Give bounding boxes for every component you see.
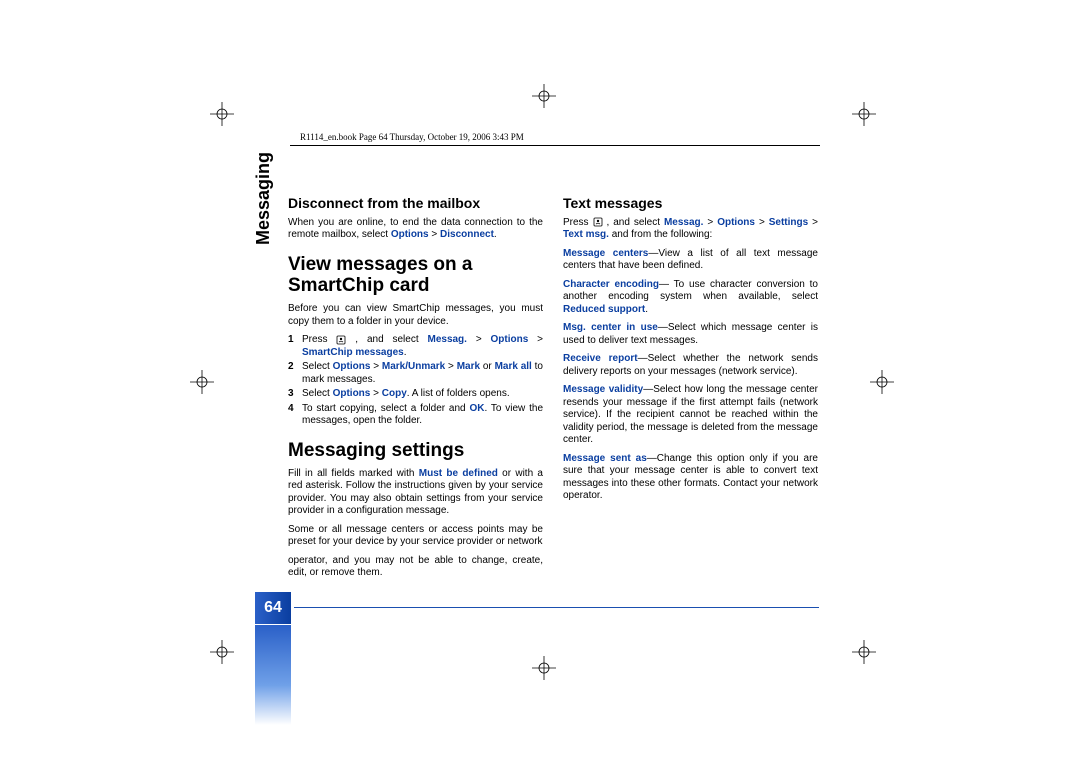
ui-term: Mark [457, 361, 480, 372]
step-3: 3Select Options > Copy. A list of folder… [302, 388, 543, 401]
text: and from the following: [609, 229, 712, 240]
heading-disconnect: Disconnect from the mailbox [288, 195, 543, 213]
side-tab-messaging: Messaging [253, 152, 274, 245]
crop-mark-icon [210, 102, 234, 126]
text: > [467, 334, 491, 345]
side-stripe [255, 625, 291, 725]
ui-term: Mark all [495, 361, 532, 372]
para-message-centers: Message centers—View a list of all text … [563, 248, 818, 273]
footer-rule [294, 607, 819, 608]
ui-term: Character encoding [563, 279, 659, 290]
ui-term: Settings [769, 217, 808, 228]
page-content: Disconnect from the mailbox When you are… [288, 195, 818, 585]
text: or [480, 361, 495, 372]
ui-term: Messag. [427, 334, 466, 345]
crop-mark-icon [852, 640, 876, 664]
ui-term: Options [491, 334, 529, 345]
crop-mark-icon [870, 370, 894, 394]
ui-term: Reduced support [563, 304, 645, 315]
ui-term: Options [333, 388, 371, 399]
header-rule [290, 145, 820, 146]
heading-view-smartchip: View messages on a SmartChip card [288, 254, 543, 298]
text: Press [563, 217, 593, 228]
para-text-press: Press , and select Messag. > Options > S… [563, 217, 818, 242]
text: > [370, 388, 381, 399]
crop-mark-icon [190, 370, 214, 394]
ui-term: Message validity [563, 384, 643, 395]
para-msg-center-use: Msg. center in use—Select which message … [563, 322, 818, 347]
book-header: R1114_en.book Page 64 Thursday, October … [300, 132, 524, 142]
text: To start copying, select a folder and [302, 403, 469, 414]
step-2: 2Select Options > Mark/Unmark > Mark or … [302, 361, 543, 386]
para-msg-sent-as: Message sent as—Change this option only … [563, 453, 818, 503]
ui-term: SmartChip messages [302, 347, 404, 358]
heading-text-messages: Text messages [563, 195, 818, 213]
crop-mark-icon [532, 84, 556, 108]
text: , and select [603, 217, 664, 228]
ui-term: OK [469, 403, 484, 414]
ui-term: Message sent as [563, 453, 647, 464]
ui-term: Options [391, 229, 429, 240]
para-view: Before you can view SmartChip messages, … [288, 303, 543, 328]
para-receive-report: Receive report—Select whether the networ… [563, 353, 818, 378]
ui-term: Must be defined [419, 468, 498, 479]
ui-term: Receive report [563, 353, 638, 364]
ui-term: Copy [382, 388, 407, 399]
crop-mark-icon [532, 656, 556, 680]
page-number: 64 [255, 592, 291, 624]
text: Fill in all fields marked with [288, 468, 419, 479]
menu-key-icon [336, 335, 346, 345]
ui-term: Message centers [563, 248, 648, 259]
steps-list: 1Press , and select Messag. > Options > … [288, 334, 543, 428]
ui-term: Msg. center in use [563, 322, 658, 333]
text: > [429, 229, 440, 240]
crop-mark-icon [210, 640, 234, 664]
menu-key-icon [593, 217, 603, 227]
ui-term: Text msg. [563, 229, 609, 240]
ui-term: Disconnect [440, 229, 494, 240]
text: > [370, 361, 381, 372]
step-1: 1Press , and select Messag. > Options > … [302, 334, 543, 359]
text: > [528, 334, 543, 345]
text: Select [302, 361, 333, 372]
text: > [808, 217, 818, 228]
text: > [755, 217, 769, 228]
text: Press [302, 334, 336, 345]
para-settings-1: Fill in all fields marked with Must be d… [288, 468, 543, 518]
ui-term: Mark/Unmark [382, 361, 445, 372]
text: > [703, 217, 717, 228]
text: Select [302, 388, 333, 399]
text: . A list of folders opens. [407, 388, 510, 399]
para-msg-validity: Message validity—Select how long the mes… [563, 384, 818, 447]
ui-term: Messag. [664, 217, 703, 228]
step-4: 4To start copying, select a folder and O… [302, 403, 543, 428]
para-settings-2: Some or all message centers or access po… [288, 524, 543, 549]
heading-messaging-settings: Messaging settings [288, 440, 543, 462]
text: > [445, 361, 456, 372]
crop-mark-icon [852, 102, 876, 126]
ui-term: Options [333, 361, 371, 372]
para-disconnect: When you are online, to end the data con… [288, 217, 543, 242]
para-char-encoding: Character encoding— To use character con… [563, 279, 818, 317]
text: , and select [346, 334, 427, 345]
para-operator: operator, and you may not be able to cha… [288, 555, 543, 580]
ui-term: Options [717, 217, 755, 228]
